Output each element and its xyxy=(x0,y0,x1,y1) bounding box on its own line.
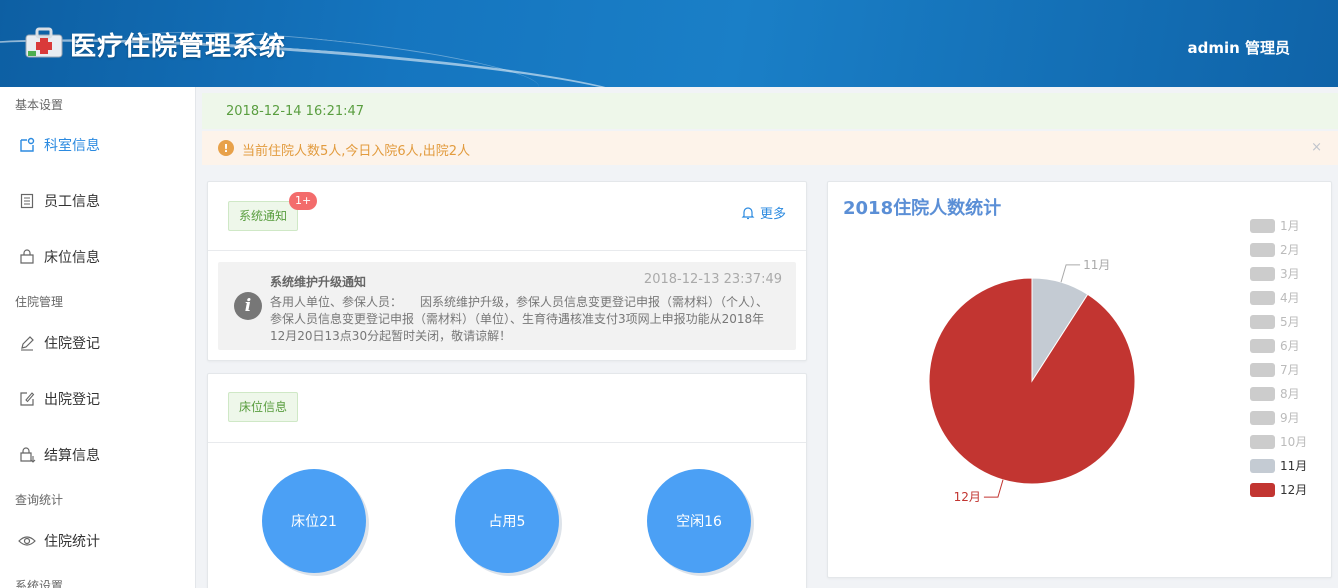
top-header: 医疗住院管理系统 admin 管理员 xyxy=(0,0,1338,87)
eye-icon xyxy=(18,532,36,550)
sidebar-item-admission[interactable]: 住院登记 xyxy=(0,323,195,363)
sidebar-item-discharge[interactable]: 出院登记 xyxy=(0,379,195,419)
legend-item-12月[interactable]: 12月 xyxy=(1250,481,1307,498)
legend-swatch xyxy=(1250,434,1275,449)
legend-item-4月[interactable]: 4月 xyxy=(1250,289,1300,306)
medical-kit-logo-icon xyxy=(25,27,63,58)
sidebar-item-label: 住院统计 xyxy=(44,534,100,550)
notice-card: 系统通知 1+ 更多 i 系统维护升级通知 2018-12-13 23:37:4… xyxy=(207,181,807,361)
document-icon xyxy=(18,192,36,210)
summary-alert: ! 当前住院人数5人,今日入院6人,出院2人 × xyxy=(202,131,1338,165)
card-divider xyxy=(208,250,806,251)
more-link[interactable]: 更多 xyxy=(741,203,786,222)
legend-swatch xyxy=(1250,338,1275,353)
legend-label: 4月 xyxy=(1280,291,1300,305)
app-title: 医疗住院管理系统 xyxy=(70,32,287,62)
legend-swatch xyxy=(1250,242,1275,257)
notice-item[interactable]: i 系统维护升级通知 2018-12-13 23:37:49 各用人单位、参保人… xyxy=(218,262,796,350)
sidebar-item-inpatient-stats[interactable]: 住院统计 xyxy=(0,521,195,561)
current-user[interactable]: admin 管理员 xyxy=(1187,37,1290,58)
legend-label: 3月 xyxy=(1280,267,1300,281)
sidebar: 基本设置 科室信息 员工信息 床位信息 住院管理 住院登记 出院登记 结算信息 … xyxy=(0,87,196,588)
close-alert-button[interactable]: × xyxy=(1311,140,1322,155)
sidebar-section-basic: 基本设置 xyxy=(15,98,64,112)
legend-item-3月[interactable]: 3月 xyxy=(1250,265,1300,282)
notice-count-badge: 1+ xyxy=(289,192,318,210)
sidebar-item-label: 床位信息 xyxy=(44,250,100,266)
pen-icon xyxy=(18,334,36,352)
sidebar-item-department[interactable]: 科室信息 xyxy=(0,125,195,165)
system-notice-tag[interactable]: 系统通知 xyxy=(228,201,299,231)
pie-slice-label: 12月 xyxy=(954,490,981,504)
notice-body: 各用人单位、参保人员： 因系统维护升级，参保人员信息变更登记申报（需材料）（个人… xyxy=(270,295,769,343)
settlement-icon xyxy=(18,446,36,464)
notice-date: 2018-12-13 23:37:49 xyxy=(643,272,782,287)
legend-swatch xyxy=(1250,218,1275,233)
notice-title: 系统维护升级通知 xyxy=(270,275,367,289)
sidebar-item-staff[interactable]: 员工信息 xyxy=(0,181,195,221)
legend-label: 2月 xyxy=(1280,243,1300,257)
sidebar-item-settlement[interactable]: 结算信息 xyxy=(0,435,195,475)
legend-item-10月[interactable]: 10月 xyxy=(1250,433,1307,450)
sidebar-item-label: 出院登记 xyxy=(44,392,100,408)
card-divider xyxy=(208,442,806,443)
legend-swatch xyxy=(1250,410,1275,425)
legend-swatch xyxy=(1250,386,1275,401)
legend-label: 12月 xyxy=(1280,483,1308,497)
legend-swatch xyxy=(1250,362,1275,377)
legend-item-11月[interactable]: 11月 xyxy=(1250,457,1307,474)
sidebar-item-label: 员工信息 xyxy=(44,194,100,210)
occupied-beds-circle[interactable]: 占用5 xyxy=(455,469,559,573)
legend-swatch xyxy=(1250,290,1275,305)
sidebar-section-query: 查询统计 xyxy=(15,493,64,507)
legend-item-2月[interactable]: 2月 xyxy=(1250,241,1300,258)
more-label: 更多 xyxy=(759,207,786,222)
pie-label-line xyxy=(1060,264,1081,283)
sidebar-section-inpatient: 住院管理 xyxy=(15,295,64,309)
legend-label: 11月 xyxy=(1280,459,1308,473)
sidebar-item-label: 结算信息 xyxy=(44,448,100,464)
legend-item-5月[interactable]: 5月 xyxy=(1250,313,1300,330)
legend-swatch xyxy=(1250,266,1275,281)
edit-icon xyxy=(18,390,36,408)
inpatient-stats-chart-card: 2018住院人数统计 11月 12月 1月 2月 3月 4月 5月 6月 7月 8月 9月 10月 1… xyxy=(827,181,1332,578)
current-datetime: 2018-12-14 16:21:47 xyxy=(226,104,365,119)
info-icon: i xyxy=(234,292,262,320)
legend-swatch xyxy=(1250,314,1275,329)
free-beds-circle[interactable]: 空闲16 xyxy=(647,469,751,573)
legend-label: 1月 xyxy=(1280,219,1300,233)
bed-info-tag[interactable]: 床位信息 xyxy=(228,392,299,422)
datetime-alert: 2018-12-14 16:21:47 xyxy=(202,93,1338,129)
legend-swatch xyxy=(1250,482,1275,497)
legend-label: 7月 xyxy=(1280,363,1300,377)
legend-item-8月[interactable]: 8月 xyxy=(1250,385,1300,402)
pie-label-line xyxy=(983,479,1004,498)
pie-chart: 11月 12月 xyxy=(928,258,1136,504)
legend-label: 8月 xyxy=(1280,387,1300,401)
inpatient-summary: 当前住院人数5人,今日入院6人,出院2人 xyxy=(242,144,471,159)
department-icon xyxy=(18,136,36,154)
pie-slice-label: 11月 xyxy=(1083,258,1110,272)
legend-item-6月[interactable]: 6月 xyxy=(1250,337,1300,354)
warning-icon: ! xyxy=(218,140,234,156)
legend-label: 5月 xyxy=(1280,315,1300,329)
bed-info-card: 床位信息 床位21 占用5 空闲16 xyxy=(207,373,807,588)
sidebar-item-bed[interactable]: 床位信息 xyxy=(0,237,195,277)
bag-icon xyxy=(18,248,36,266)
legend-label: 6月 xyxy=(1280,339,1300,353)
bell-icon xyxy=(741,206,755,219)
legend-item-9月[interactable]: 9月 xyxy=(1250,409,1300,426)
legend-label: 10月 xyxy=(1280,435,1308,449)
pie-slice-12月[interactable] xyxy=(928,277,1136,485)
sidebar-item-label: 住院登记 xyxy=(44,336,100,352)
legend-label: 9月 xyxy=(1280,411,1300,425)
sidebar-item-label: 科室信息 xyxy=(44,138,100,154)
legend-swatch xyxy=(1250,458,1275,473)
legend-item-7月[interactable]: 7月 xyxy=(1250,361,1300,378)
total-beds-circle[interactable]: 床位21 xyxy=(262,469,366,573)
legend-item-1月[interactable]: 1月 xyxy=(1250,217,1300,234)
sidebar-section-system: 系统设置 xyxy=(15,579,64,588)
